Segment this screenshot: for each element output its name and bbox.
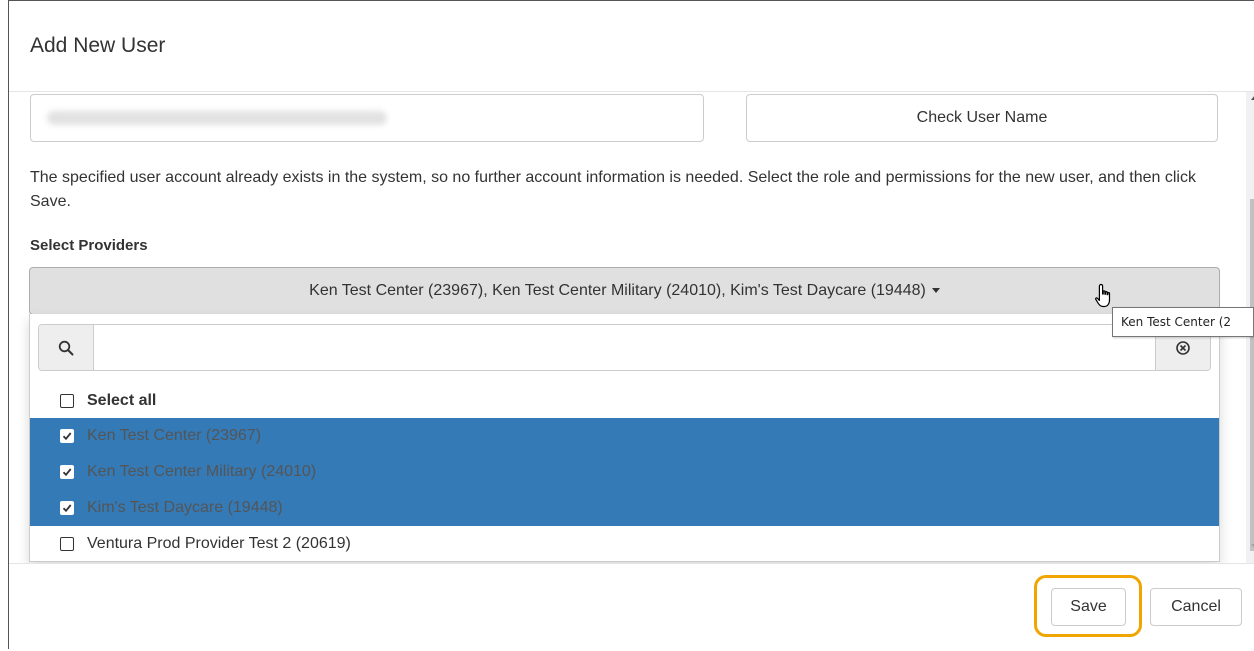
select-all-checkbox[interactable] — [60, 394, 74, 408]
save-button[interactable]: Save — [1051, 588, 1126, 626]
cancel-button[interactable]: Cancel — [1150, 588, 1242, 626]
select-all-label: Select all — [87, 392, 157, 409]
providers-search-group — [38, 324, 1211, 371]
check-user-name-button[interactable]: Check User Name — [746, 94, 1218, 142]
modal-footer: Save Cancel — [9, 563, 1254, 651]
providers-dropdown-menu: Select all Ken Test Center (23967) Ken T… — [29, 314, 1220, 562]
select-all-option[interactable]: Select all — [30, 383, 1219, 419]
provider-option-label: Ventura Prod Provider Test 2 (20619) — [87, 535, 351, 552]
modal-title: Add New User — [30, 34, 166, 57]
checkmark-icon — [62, 432, 72, 441]
provider-checkbox[interactable] — [60, 429, 74, 443]
caret-down-icon — [931, 288, 940, 294]
provider-option[interactable]: Ventura Prod Provider Test 2 (20619) — [30, 526, 1219, 562]
provider-option[interactable]: Ken Test Center Military (24010) — [30, 454, 1219, 490]
provider-option-label: Kim's Test Daycare (19448) — [87, 499, 283, 516]
checkmark-icon — [62, 504, 72, 513]
redacted-email-value — [47, 111, 387, 125]
modal-header: Add New User — [9, 1, 1254, 92]
account-exists-message: The specified user account already exist… — [30, 169, 1196, 210]
provider-option-label: Ken Test Center Military (24010) — [87, 463, 317, 480]
providers-selected-text: Ken Test Center (23967), Ken Test Center… — [309, 282, 926, 299]
provider-checkbox[interactable] — [60, 501, 74, 515]
search-icon — [39, 325, 94, 370]
provider-option[interactable]: Kim's Test Daycare (19448) — [30, 490, 1219, 526]
providers-multiselect-button[interactable]: Ken Test Center (23967), Ken Test Center… — [29, 267, 1220, 315]
scroll-thumb[interactable] — [1250, 199, 1254, 551]
checkmark-icon — [62, 468, 72, 477]
username-input[interactable] — [30, 94, 704, 142]
provider-tooltip: Ken Test Center (2 — [1112, 307, 1254, 337]
provider-checkbox[interactable] — [60, 537, 74, 551]
providers-search-input[interactable] — [94, 325, 1155, 370]
provider-checkbox[interactable] — [60, 465, 74, 479]
modal-body: Check User Name The specified user accou… — [9, 92, 1254, 563]
hand-cursor-icon — [1095, 283, 1111, 308]
add-user-modal: Add New User Check User Name The specifi… — [8, 0, 1254, 649]
select-providers-label: Select Providers — [30, 237, 148, 254]
provider-option[interactable]: Ken Test Center (23967) — [30, 418, 1219, 454]
provider-option-label: Ken Test Center (23967) — [87, 427, 262, 444]
